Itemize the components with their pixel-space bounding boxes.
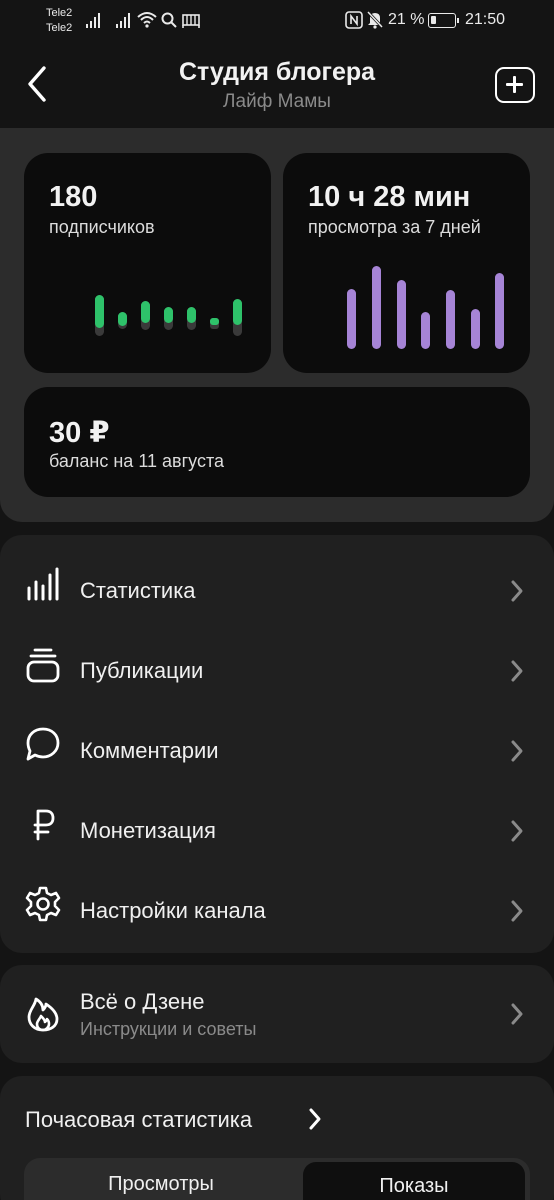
views-bar	[372, 266, 381, 349]
views-bar	[347, 289, 356, 349]
studio-menu: Статистика Публикации Комментарии Монети…	[0, 535, 554, 953]
ruble-icon	[33, 809, 55, 841]
search-icon	[161, 12, 177, 28]
balance-card[interactable]: 30 ₽ баланс на 11 августа	[24, 387, 530, 497]
views-bar	[397, 280, 406, 349]
chevron-right-icon	[511, 580, 523, 602]
subscribers-card[interactable]: 180 подписчиков	[24, 153, 271, 373]
menu-item-label: Монетизация	[80, 818, 216, 843]
comment-bubble-icon	[26, 727, 60, 761]
subscribers-bar	[210, 318, 219, 329]
hourly-metric-toggle: Просмотры Показы	[24, 1158, 530, 1200]
balance-label: баланс на 11 августа	[49, 451, 224, 471]
tab-impressions[interactable]: Показы	[303, 1162, 525, 1200]
nfc-icon	[345, 11, 363, 29]
chevron-right-icon	[511, 1003, 523, 1025]
zen-title: Всё о Дзене	[80, 989, 205, 1014]
create-publication-button[interactable]	[495, 67, 535, 103]
signal-icon	[116, 12, 132, 28]
subscribers-sparkline	[95, 295, 242, 336]
hourly-stats-title[interactable]: Почасовая статистика	[25, 1107, 252, 1133]
menu-item-statistics[interactable]: Статистика	[0, 543, 554, 623]
menu-item-label: Настройки канала	[80, 898, 266, 923]
chevron-right-icon	[511, 660, 523, 682]
subscribers-bar	[233, 299, 242, 336]
menu-item-publications[interactable]: Публикации	[0, 623, 554, 703]
hourly-stats-panel: Почасовая статистика Просмотры Показы	[0, 1076, 554, 1200]
subscribers-bar	[141, 301, 150, 330]
app-header: Студия блогера Лайф Мамы	[0, 44, 554, 128]
chevron-right-icon	[511, 900, 523, 922]
chevron-right-icon	[511, 740, 523, 762]
chevron-right-icon	[511, 820, 523, 842]
views-bar	[471, 309, 480, 349]
balance-amount: 30 ₽	[49, 417, 110, 449]
menu-item-monetization[interactable]: Монетизация	[0, 783, 554, 863]
tab-views[interactable]: Просмотры	[28, 1158, 294, 1200]
menu-item-label: Статистика	[80, 578, 196, 603]
views-bar	[421, 312, 430, 349]
views-sparkline	[347, 266, 504, 349]
subscribers-bar	[187, 307, 196, 330]
views-bar	[495, 273, 504, 349]
signal-icon	[86, 12, 102, 28]
views-card[interactable]: 10 ч 28 мин просмотра за 7 дней	[283, 153, 530, 373]
stats-bars-icon	[27, 567, 59, 601]
carrier-1: Tele2	[46, 7, 73, 19]
subscribers-bar	[118, 312, 127, 329]
gear-icon	[25, 886, 61, 922]
flame-icon	[27, 997, 59, 1032]
battery-icon	[428, 13, 459, 28]
status-bar: Tele2 Tele2 21 % 21:50	[0, 0, 554, 44]
crib-icon	[182, 14, 200, 28]
carrier-2: Tele2	[46, 22, 73, 34]
battery-percent: 21 %	[388, 11, 425, 28]
wifi-icon	[137, 12, 157, 28]
subscribers-bar	[164, 307, 173, 330]
menu-item-channel-settings[interactable]: Настройки канала	[0, 863, 554, 943]
menu-item-label: Комментарии	[80, 738, 219, 763]
zen-subtitle: Инструкции и советы	[80, 1019, 257, 1039]
stats-panel: 180 подписчиков 10 ч 28 мин просмотра за…	[0, 128, 554, 522]
menu-item-label: Публикации	[80, 658, 204, 683]
publications-stack-icon	[26, 648, 60, 683]
muted-bell-icon	[366, 10, 384, 29]
channel-name: Лайф Мамы	[223, 91, 331, 112]
subscribers-bar	[95, 295, 104, 336]
views-bar	[446, 290, 455, 349]
clock: 21:50	[465, 11, 506, 28]
page-title: Студия блогера	[178, 58, 376, 86]
zen-info-item[interactable]: Всё о Дзене Инструкции и советы	[0, 965, 554, 1063]
menu-item-comments[interactable]: Комментарии	[0, 703, 554, 783]
chevron-right-icon[interactable]	[305, 1105, 325, 1133]
